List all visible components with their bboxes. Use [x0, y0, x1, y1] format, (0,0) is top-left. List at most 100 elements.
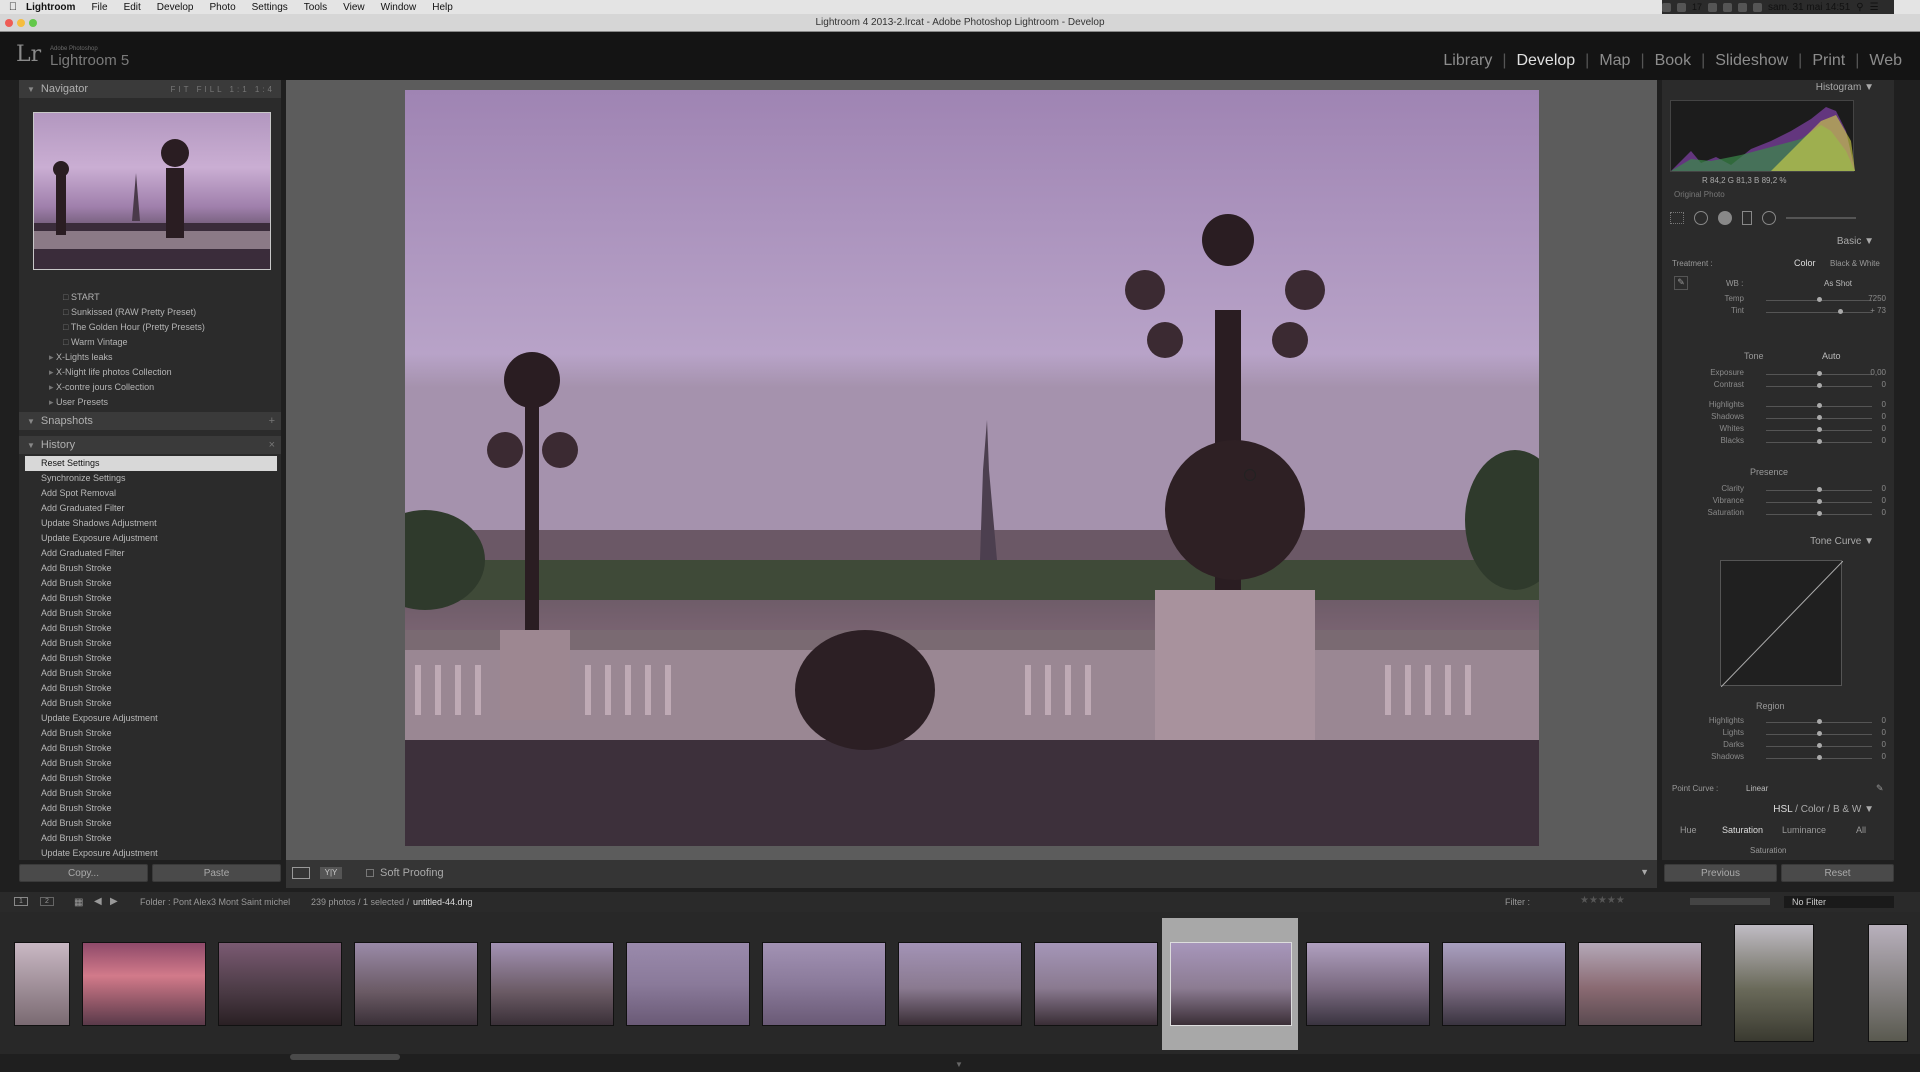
slider-knob[interactable]: [1817, 415, 1822, 420]
filmstrip-thumb[interactable]: [354, 942, 478, 1026]
menu-file[interactable]: File: [91, 2, 107, 13]
menu-help[interactable]: Help: [432, 2, 453, 13]
hsl-tab-all[interactable]: All: [1856, 825, 1866, 835]
tray-icon[interactable]: [1677, 2, 1686, 12]
menu-settings[interactable]: Settings: [252, 2, 288, 13]
slider-knob[interactable]: [1817, 499, 1822, 504]
history-item[interactable]: Add Brush Stroke: [25, 726, 277, 741]
history-item[interactable]: Synchronize Settings: [25, 471, 277, 486]
hsl-tab-luminance[interactable]: Luminance: [1782, 825, 1826, 835]
tone_curve-slider[interactable]: Shadows 0: [1662, 752, 1894, 766]
slider-knob[interactable]: [1817, 439, 1822, 444]
preset-item[interactable]: ▸ X-contre jours Collection: [19, 380, 281, 395]
wb-eyedropper-icon[interactable]: ✎: [1674, 276, 1688, 290]
collapse-triangle-icon[interactable]: ▼: [1864, 804, 1874, 815]
reset-button[interactable]: Reset: [1781, 864, 1894, 882]
minimize-window-button[interactable]: [17, 19, 25, 27]
clear-history-button[interactable]: ×: [269, 439, 275, 451]
history-item[interactable]: Add Brush Stroke: [25, 756, 277, 771]
hsl-tab[interactable]: HSL: [1773, 804, 1792, 815]
close-window-button[interactable]: [5, 19, 13, 27]
preset-item[interactable]: □ START: [19, 290, 281, 305]
add-snapshot-button[interactable]: +: [269, 415, 275, 427]
adjustment-brush-icon[interactable]: [1786, 217, 1856, 219]
preset-item[interactable]: ▸ X-Night life photos Collection: [19, 365, 281, 380]
red-eye-icon[interactable]: [1718, 211, 1732, 225]
preset-item[interactable]: □ The Golden Hour (Pretty Presets): [19, 320, 281, 335]
soft-proofing-checkbox[interactable]: [366, 869, 374, 877]
module-develop[interactable]: Develop: [1506, 52, 1585, 70]
graduated-filter-icon[interactable]: [1742, 211, 1752, 225]
copy-button[interactable]: Copy...: [19, 864, 148, 882]
filmstrip-thumb[interactable]: [626, 942, 750, 1026]
history-item[interactable]: Add Brush Stroke: [25, 591, 277, 606]
color-tab[interactable]: Color: [1801, 804, 1825, 815]
history-item[interactable]: Add Brush Stroke: [25, 741, 277, 756]
volume-icon[interactable]: [1753, 2, 1763, 12]
point-curve-select[interactable]: Linear: [1746, 784, 1768, 793]
auto-tone-button[interactable]: Auto: [1822, 351, 1841, 361]
menu-develop[interactable]: Develop: [157, 2, 194, 13]
history-item[interactable]: Add Brush Stroke: [25, 831, 277, 846]
navigator-header[interactable]: ▼ Navigator FIT FILL 1:1 1:4: [19, 80, 281, 98]
menu-view[interactable]: View: [343, 2, 365, 13]
previous-button[interactable]: Previous: [1664, 864, 1777, 882]
crop-tool-icon[interactable]: [1670, 212, 1684, 224]
spot-removal-icon[interactable]: [1694, 211, 1708, 225]
preset-item[interactable]: □ Sunkissed (RAW Pretty Preset): [19, 305, 281, 320]
folder-path[interactable]: Folder : Pont Alex3 Mont Saint michel: [140, 897, 290, 907]
menu-window[interactable]: Window: [381, 2, 417, 13]
filmstrip-thumb-selected[interactable]: [1170, 942, 1292, 1026]
history-item[interactable]: Add Brush Stroke: [25, 771, 277, 786]
slider-knob[interactable]: [1817, 297, 1822, 302]
slider-knob[interactable]: [1817, 511, 1822, 516]
navigator-preview[interactable]: [33, 112, 271, 270]
slider-knob[interactable]: [1817, 427, 1822, 432]
menu-edit[interactable]: Edit: [124, 2, 141, 13]
tray-icon[interactable]: [1708, 2, 1718, 12]
histogram-header[interactable]: Histogram ▼: [1662, 80, 1894, 96]
forward-arrow-icon[interactable]: ▶: [110, 896, 118, 907]
clock[interactable]: sam. 31 mai 14:51: [1768, 2, 1850, 13]
history-item[interactable]: Add Brush Stroke: [25, 561, 277, 576]
show-filmstrip-arrow-icon[interactable]: ▼: [955, 1060, 963, 1069]
before-after-icon[interactable]: Y|Y: [320, 867, 342, 879]
histogram[interactable]: [1670, 100, 1855, 172]
treatment-bw[interactable]: Black & White: [1830, 259, 1880, 268]
tray-icon[interactable]: [1662, 2, 1671, 12]
tone_curve-slider-value[interactable]: 0: [1882, 752, 1886, 761]
basic-slider-value[interactable]: 0: [1882, 484, 1886, 493]
module-map[interactable]: Map: [1589, 52, 1640, 70]
filmstrip-thumb[interactable]: [14, 942, 70, 1026]
tone_curve-slider-value[interactable]: 0: [1882, 716, 1886, 725]
toolbar-menu-chevron-icon[interactable]: ▼: [1640, 867, 1649, 877]
basic-slider-value[interactable]: 0: [1882, 412, 1886, 421]
basic-slider-value[interactable]: 0: [1882, 380, 1886, 389]
back-arrow-icon[interactable]: ◀: [94, 896, 102, 907]
hsl-header[interactable]: HSL / Color / B & W ▼: [1662, 802, 1894, 818]
tone-curve-header[interactable]: Tone Curve ▼: [1662, 534, 1894, 550]
module-book[interactable]: Book: [1645, 52, 1701, 70]
history-item[interactable]: Add Brush Stroke: [25, 621, 277, 636]
tone_curve-slider-value[interactable]: 0: [1882, 740, 1886, 749]
basic-slider-value[interactable]: 0: [1882, 496, 1886, 505]
basic-slider[interactable]: Tint + 73: [1662, 306, 1894, 320]
history-item[interactable]: Update Exposure Adjustment: [25, 531, 277, 546]
history-item[interactable]: Add Graduated Filter: [25, 501, 277, 516]
preset-item[interactable]: □ Warm Vintage: [19, 335, 281, 350]
basic-slider-value[interactable]: + 73: [1870, 306, 1886, 315]
history-item[interactable]: Add Brush Stroke: [25, 801, 277, 816]
history-item[interactable]: Add Brush Stroke: [25, 606, 277, 621]
module-web[interactable]: Web: [1859, 52, 1912, 70]
module-print[interactable]: Print: [1802, 52, 1855, 70]
history-item[interactable]: Add Brush Stroke: [25, 576, 277, 591]
collapse-triangle-icon[interactable]: ▼: [1864, 236, 1874, 247]
collapse-triangle-icon[interactable]: ▼: [27, 85, 35, 94]
selected-file[interactable]: untitled-44.dng: [413, 897, 473, 907]
wb-select[interactable]: As Shot: [1824, 279, 1852, 288]
loupe-view-icon[interactable]: [292, 867, 310, 879]
zoom-window-button[interactable]: [29, 19, 37, 27]
basic-slider-value[interactable]: 0: [1882, 508, 1886, 517]
slider-knob[interactable]: [1817, 755, 1822, 760]
filmstrip-thumb[interactable]: [1734, 924, 1814, 1042]
